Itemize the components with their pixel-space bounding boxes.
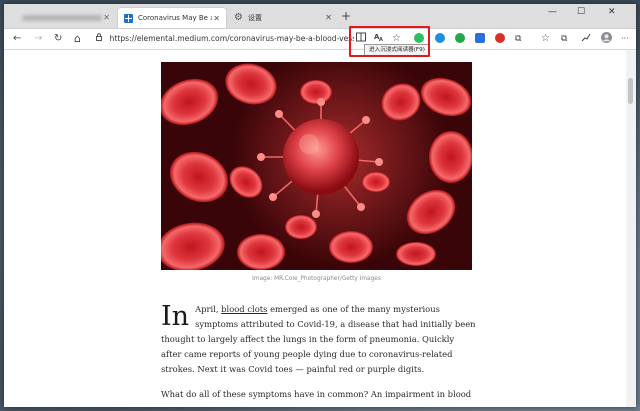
- tab-article-label: Coronavirus May Be a Vascular Disease: [138, 14, 212, 22]
- tab-close-icon[interactable]: ✕: [103, 13, 110, 22]
- tab-article[interactable]: Coronavirus May Be a Vascular Disease ✕: [117, 7, 227, 28]
- article-paragraph: In April, blood clots emerged as one of …: [161, 302, 476, 377]
- more-menu-icon[interactable]: ···: [621, 32, 629, 46]
- refresh-button[interactable]: ↻: [54, 32, 62, 46]
- tab-blurred[interactable]: ✕: [8, 7, 116, 28]
- tab-strip: ✕ Coronavirus May Be a Vascular Disease …: [4, 4, 636, 29]
- new-tab-button[interactable]: +: [341, 9, 351, 23]
- scrollbar-thumb[interactable]: [628, 78, 633, 104]
- medium-favicon-icon: [124, 13, 133, 23]
- browser-toolbar: ← → ↻ ⌂ https://elemental.medium.com/cor…: [4, 29, 636, 50]
- favorites-bar-icon[interactable]: ☆: [541, 32, 550, 46]
- maximize-button[interactable]: ☐: [577, 7, 585, 17]
- check-extension-icon[interactable]: [455, 33, 465, 43]
- forward-button[interactable]: →: [34, 32, 42, 46]
- back-button[interactable]: ←: [13, 32, 21, 46]
- highlight-box: [349, 26, 430, 57]
- gear-icon: ⚙: [234, 12, 243, 23]
- minimize-button[interactable]: —: [548, 7, 557, 17]
- shield-extension-icon[interactable]: [475, 33, 485, 43]
- lock-icon: [96, 33, 105, 43]
- edge-extension-icon[interactable]: [435, 33, 445, 43]
- home-button[interactable]: ⌂: [74, 32, 81, 46]
- tab-close-icon[interactable]: ✕: [213, 14, 220, 23]
- profile-avatar-icon[interactable]: [601, 32, 612, 48]
- collections-icon[interactable]: ⧉: [515, 32, 521, 46]
- article-body: In April, blood clots emerged as one of …: [161, 302, 476, 407]
- window-close-button[interactable]: ✕: [608, 7, 616, 17]
- tab-settings-label: 设置: [247, 13, 262, 22]
- blood-cells-illustration: [161, 62, 472, 270]
- drop-cap: In: [161, 301, 190, 332]
- feedback-icon[interactable]: [581, 32, 591, 47]
- paragraph-text: April,: [195, 304, 222, 314]
- article-paragraph: What do all of these symptoms have in co…: [161, 389, 472, 399]
- tab-blurred-title: [22, 14, 102, 21]
- image-caption: Image: MR.Cole_Photographer/Getty Images: [252, 276, 381, 282]
- collections-icon[interactable]: ⧉: [561, 32, 567, 46]
- tab-close-icon[interactable]: ✕: [325, 13, 332, 22]
- adblock-extension-icon[interactable]: [495, 33, 505, 43]
- tab-settings[interactable]: ⚙ 设置 ✕: [228, 7, 338, 28]
- hero-image: [161, 62, 472, 270]
- paragraph-text: emerged as one of the many mysterious sy…: [161, 304, 476, 374]
- address-url: https://elemental.medium.com/coronavirus…: [109, 34, 354, 43]
- browser-window: ✕ Coronavirus May Be a Vascular Disease …: [4, 4, 636, 407]
- web-page: Image: MR.Cole_Photographer/Getty Images…: [4, 50, 626, 407]
- blood-clots-link[interactable]: blood clots: [221, 304, 267, 314]
- address-bar[interactable]: https://elemental.medium.com/coronavirus…: [96, 31, 354, 47]
